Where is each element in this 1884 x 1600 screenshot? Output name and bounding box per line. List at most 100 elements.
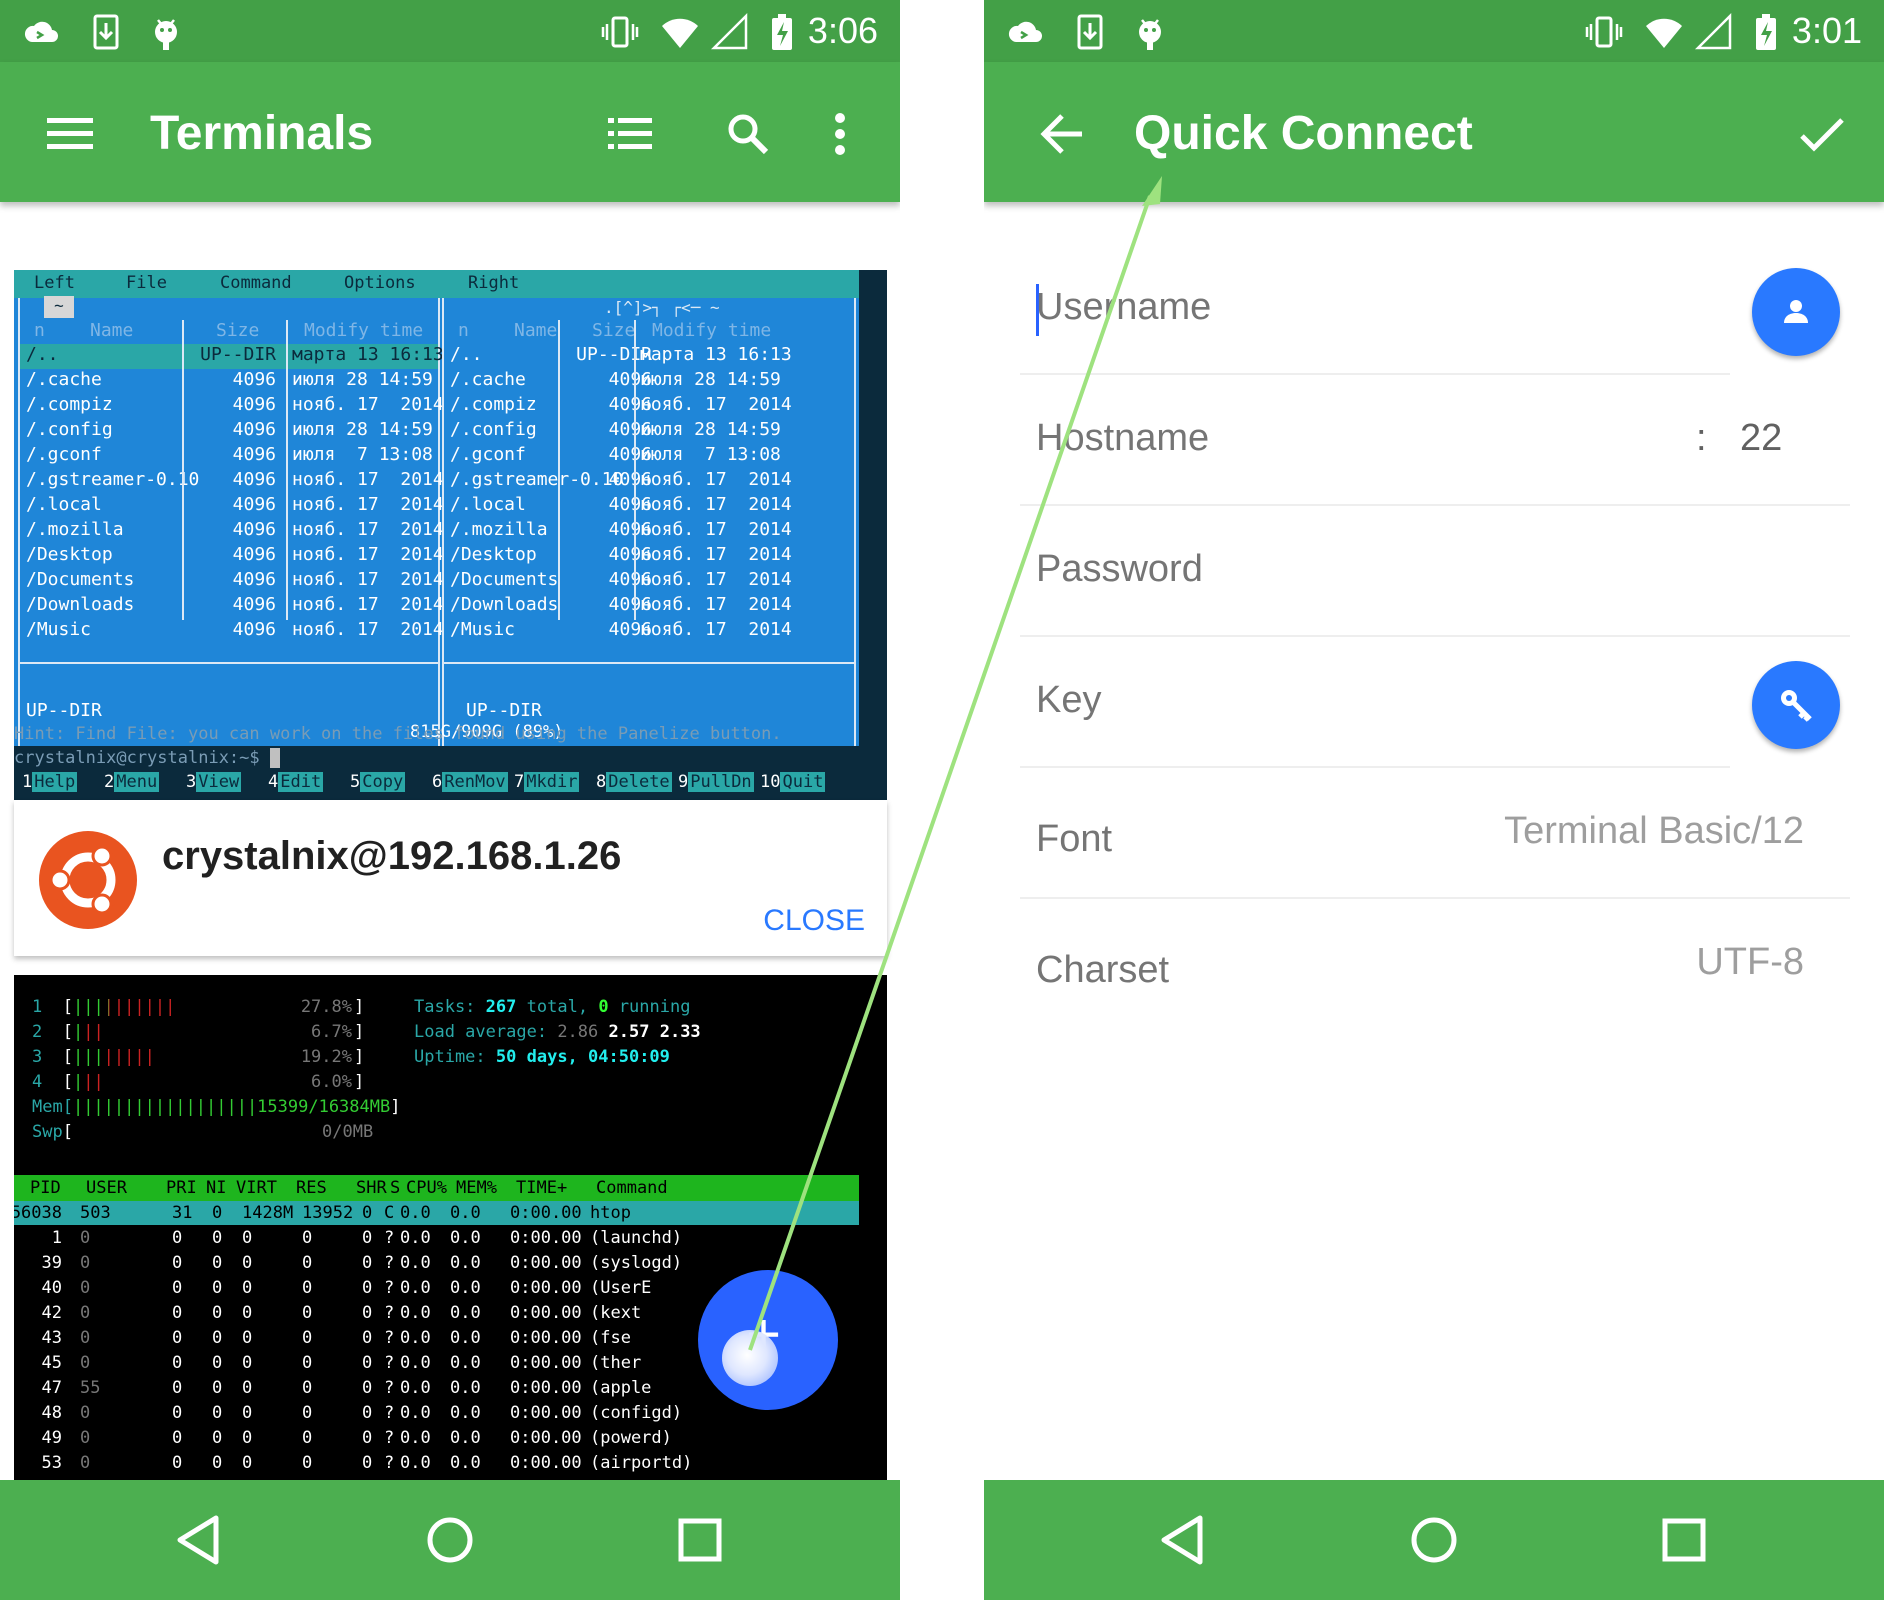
recents-nav-icon[interactable]: [670, 1510, 730, 1570]
mc-file-row[interactable]: /.gconf 4096 июля 7 13:08: [20, 444, 438, 469]
vibrate-icon: [601, 16, 639, 48]
list-view-button[interactable]: [598, 102, 662, 166]
password-field[interactable]: Password: [1020, 506, 1850, 637]
htop-process-row[interactable]: 48 0 0 0 0 0 0? 0.0 0.0 0:00.00 (configd): [14, 1401, 859, 1426]
htop-header-ni[interactable]: NI: [206, 1178, 226, 1198]
htop-swap: Swp[0/0MB: [32, 1122, 374, 1142]
mc-file-row[interactable]: /.config 4096 июля 28 14:59: [20, 419, 438, 444]
htop-process-row[interactable]: 39 0 0 0 0 0 0? 0.0 0.0 0:00.00 (syslogd): [14, 1251, 859, 1276]
mc-fkey-menu[interactable]: 2 Menu: [104, 772, 160, 798]
mc-file-size: 4096: [232, 544, 276, 565]
mc-file-mtime: марта 13 16:13: [640, 344, 792, 365]
htop-header-command[interactable]: Command: [596, 1178, 668, 1198]
mc-fkey-copy[interactable]: 5 Copy: [350, 772, 406, 798]
port-field[interactable]: 22: [1740, 417, 1782, 460]
htop-header-pid[interactable]: PID: [30, 1178, 61, 1198]
mc-file-row[interactable]: /Downloads 4096 нояб. 17 2014: [20, 594, 444, 619]
key-label: Key: [1036, 679, 1102, 721]
mc-file-row[interactable]: /.gstreamer-0.10 4096 нояб. 17 2014: [20, 469, 444, 494]
font-field[interactable]: Font Terminal Basic/12: [1020, 768, 1850, 899]
recents-nav-icon[interactable]: [1654, 1510, 1714, 1570]
mc-file-row[interactable]: /.cache 4096 июля 28 14:59: [444, 369, 854, 394]
download-icon: [93, 14, 119, 50]
htop-header-pri[interactable]: PRI: [166, 1178, 197, 1198]
mc-file-row[interactable]: /.gconf 4096 июля 7 13:08: [444, 444, 854, 469]
back-nav-icon[interactable]: [170, 1510, 230, 1570]
mc-fkey-mkdir[interactable]: 7 Mkdir: [514, 772, 580, 798]
charset-value: UTF-8: [1696, 941, 1804, 983]
mc-file-row[interactable]: /.mozilla 4096 нояб. 17 2014: [444, 519, 854, 544]
mc-file-size: 4096: [232, 444, 276, 465]
mc-file-row[interactable]: /.local 4096 нояб. 17 2014: [444, 494, 854, 519]
key-field[interactable]: Key: [1020, 637, 1850, 768]
overflow-menu-button[interactable]: [808, 102, 872, 166]
mc-file-row[interactable]: /.compiz 4096 нояб. 17 2014: [444, 394, 854, 419]
mc-file-name: /.local: [26, 494, 102, 515]
htop-process-row[interactable]: 53 0 0 0 0 0 0? 0.0 0.0 0:00.00 (airportd): [14, 1451, 859, 1476]
htop-header-cpu[interactable]: CPU%: [406, 1178, 447, 1198]
mc-file-row[interactable]: /Desktop 4096 нояб. 17 2014: [444, 544, 854, 569]
mc-file-row[interactable]: /Documents 4096 нояб. 17 2014: [444, 569, 854, 594]
mc-file-row[interactable]: /.gstreamer-0.10 4096 нояб. 17 2014: [444, 469, 854, 494]
htop-header-res[interactable]: RES: [296, 1178, 327, 1198]
htop-column-headers: PID USER PRI NI VIRT RES SHR S CPU% MEM% TIME+ Comm…: [14, 1175, 859, 1201]
username-field[interactable]: Username: [1020, 244, 1850, 375]
mc-fkey-edit[interactable]: 4 Edit: [268, 772, 324, 798]
mc-fkey-quit[interactable]: 10 Quit: [760, 772, 826, 798]
cloud-icon: [1008, 21, 1042, 42]
mc-file-mtime: нояб. 17 2014: [292, 519, 444, 540]
htop-header-shr[interactable]: SHR: [356, 1178, 387, 1198]
charset-field[interactable]: Charset UTF-8: [1020, 899, 1850, 1030]
mc-file-mtime: нояб. 17 2014: [292, 569, 444, 590]
quick-connect-screen: 3:01 Quick Connect Username Hostname : 2…: [984, 0, 1884, 1600]
mc-file-row[interactable]: /.. UP--DIR марта 13 16:13: [444, 344, 854, 369]
mc-file-mtime: нояб. 17 2014: [640, 519, 792, 540]
select-key-button[interactable]: [1752, 661, 1840, 749]
htop-header-virt[interactable]: VIRT: [236, 1178, 277, 1198]
mc-fkey-delete[interactable]: 8 Delete: [596, 772, 672, 798]
mc-file-row[interactable]: /.mozilla 4096 нояб. 17 2014: [20, 519, 444, 544]
mc-fkey-renmov[interactable]: 6 RenMov: [432, 772, 508, 798]
page-title: Quick Connect: [1134, 107, 1473, 160]
mc-file-row[interactable]: /.config 4096 июля 28 14:59: [444, 419, 854, 444]
back-nav-icon[interactable]: [1154, 1510, 1214, 1570]
mc-file-mtime: нояб. 17 2014: [640, 594, 792, 615]
mc-fkey-view[interactable]: 3 View: [186, 772, 242, 798]
htop-header-mem[interactable]: MEM%: [456, 1178, 497, 1198]
android-debug-icon: [1139, 19, 1161, 50]
hostname-field[interactable]: Hostname : 22: [1020, 375, 1850, 506]
close-button[interactable]: CLOSE: [763, 904, 865, 938]
password-label: Password: [1036, 548, 1203, 590]
home-nav-icon[interactable]: [1404, 1510, 1464, 1570]
mc-fkey-help[interactable]: 1 Help: [22, 772, 78, 798]
mc-file-row[interactable]: /.. UP--DIR марта 13 16:13: [20, 344, 444, 369]
font-label: Font: [1036, 818, 1113, 860]
htop-process-row[interactable]: 56038 503 31 0 1428M 13952 0 C 0.0 0.0 0:00.00 htop: [14, 1201, 859, 1225]
mc-file-row[interactable]: /Music 4096 нояб. 17 2014: [20, 619, 444, 644]
mc-file-row[interactable]: /Music 4096 нояб. 17 2014: [444, 619, 854, 644]
session-card[interactable]: crystalnix@192.168.1.26 CLOSE: [14, 800, 887, 956]
mc-file-row[interactable]: /.cache 4096 июля 28 14:59: [20, 369, 438, 394]
mc-file-size: 4096: [232, 419, 276, 440]
select-user-button[interactable]: [1752, 268, 1840, 356]
htop-mem: Mem[||||||||||||||||||15399/16384MB]: [32, 1097, 401, 1117]
home-nav-icon[interactable]: [420, 1510, 480, 1570]
confirm-button[interactable]: [1790, 102, 1854, 166]
mc-file-row[interactable]: /Documents 4096 нояб. 17 2014: [20, 569, 444, 594]
terminal-preview-mc[interactable]: Left File Command Options Right ~ .[^]>┐…: [14, 270, 887, 800]
htop-process-row[interactable]: 1 0 0 0 0 0 0? 0.0 0.0 0:00.00 (launchd): [14, 1226, 859, 1251]
menu-button[interactable]: [38, 102, 102, 166]
mc-file-row[interactable]: /.compiz 4096 нояб. 17 2014: [20, 394, 444, 419]
htop-header-time[interactable]: TIME+: [516, 1178, 567, 1198]
htop-header-user[interactable]: USER: [86, 1178, 127, 1198]
mc-file-row[interactable]: /Desktop 4096 нояб. 17 2014: [20, 544, 444, 569]
mc-file-row[interactable]: /Downloads 4096 нояб. 17 2014: [444, 594, 854, 619]
search-button[interactable]: [716, 102, 780, 166]
back-button[interactable]: [1030, 102, 1094, 166]
mc-column-divider: [182, 320, 184, 620]
mc-file-row[interactable]: /.local 4096 нояб. 17 2014: [20, 494, 444, 519]
htop-process-row[interactable]: 49 0 0 0 0 0 0? 0.0 0.0 0:00.00 (powerd): [14, 1426, 859, 1451]
mc-right-panel: n Name Size Modify time/.. UP--DIR марта 13 1…: [442, 298, 856, 746]
htop-header-s[interactable]: S: [390, 1178, 400, 1198]
mc-fkey-pulldn[interactable]: 9 PullDn: [678, 772, 754, 798]
